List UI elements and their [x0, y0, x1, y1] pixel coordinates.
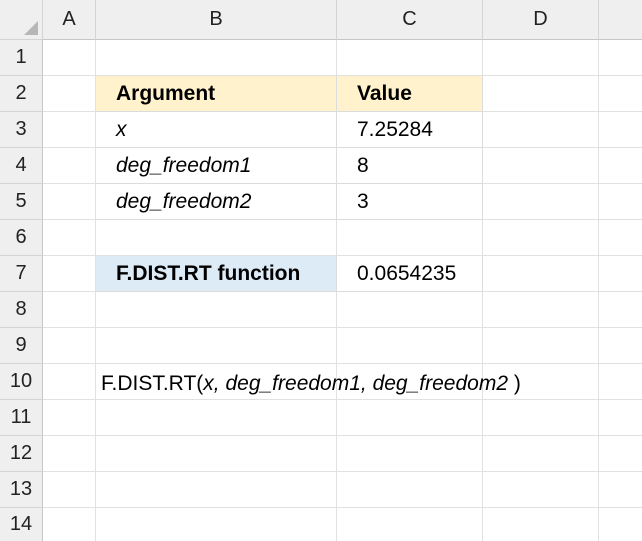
row-header-4[interactable]: 4: [0, 148, 43, 184]
column-header-d[interactable]: D: [483, 0, 599, 40]
row-header-13[interactable]: 13: [0, 472, 43, 508]
cell-b5-argument[interactable]: deg_freedom2: [96, 184, 337, 220]
row-header-6[interactable]: 6: [0, 220, 43, 256]
column-header-e-partial[interactable]: [599, 0, 642, 40]
row-header-10[interactable]: 10: [0, 364, 43, 400]
column-header-c[interactable]: C: [337, 0, 483, 40]
gridline: [43, 435, 642, 436]
cell-c4-value[interactable]: 8: [337, 148, 483, 184]
cell-c7-function-result[interactable]: 0.0654235: [337, 256, 483, 292]
formula-close-paren: ): [508, 372, 521, 395]
column-header-a[interactable]: A: [43, 0, 96, 40]
cell-b2-argument-header[interactable]: Argument: [96, 76, 337, 112]
cell-c2-value-header[interactable]: Value: [337, 76, 483, 112]
gridline: [43, 507, 642, 508]
cell-b3-argument[interactable]: x: [96, 112, 337, 148]
cell-c5-value[interactable]: 3: [337, 184, 483, 220]
cell-b7-function-label[interactable]: F.DIST.RT function: [96, 256, 337, 292]
cell-b10-formula-syntax[interactable]: F.DIST.RT(x, deg_freedom1, deg_freedom2 …: [101, 366, 521, 402]
gridline: [43, 363, 642, 364]
cell-b4-argument[interactable]: deg_freedom1: [96, 148, 337, 184]
row-header-7[interactable]: 7: [0, 256, 43, 292]
select-all-corner[interactable]: [0, 0, 43, 40]
row-header-9[interactable]: 9: [0, 328, 43, 364]
gridline: [598, 40, 599, 541]
row-header-12[interactable]: 12: [0, 436, 43, 472]
row-header-2[interactable]: 2: [0, 76, 43, 112]
spreadsheet: A B C D 1 2 3 4 5 6 7 8 9 10 11 12 13 14…: [0, 0, 642, 541]
row-header-5[interactable]: 5: [0, 184, 43, 220]
formula-arguments: x, deg_freedom1, deg_freedom2: [203, 372, 509, 395]
row-header-3[interactable]: 3: [0, 112, 43, 148]
row-header-11[interactable]: 11: [0, 400, 43, 436]
row-header-8[interactable]: 8: [0, 292, 43, 328]
select-all-triangle-icon: [24, 21, 38, 35]
cell-c3-value[interactable]: 7.25284: [337, 112, 483, 148]
column-header-b[interactable]: B: [96, 0, 337, 40]
row-header-1[interactable]: 1: [0, 40, 43, 76]
gridline: [43, 327, 642, 328]
row-header-14[interactable]: 14: [0, 508, 43, 541]
formula-function-name: F.DIST.RT(: [101, 372, 204, 395]
gridline: [43, 471, 642, 472]
